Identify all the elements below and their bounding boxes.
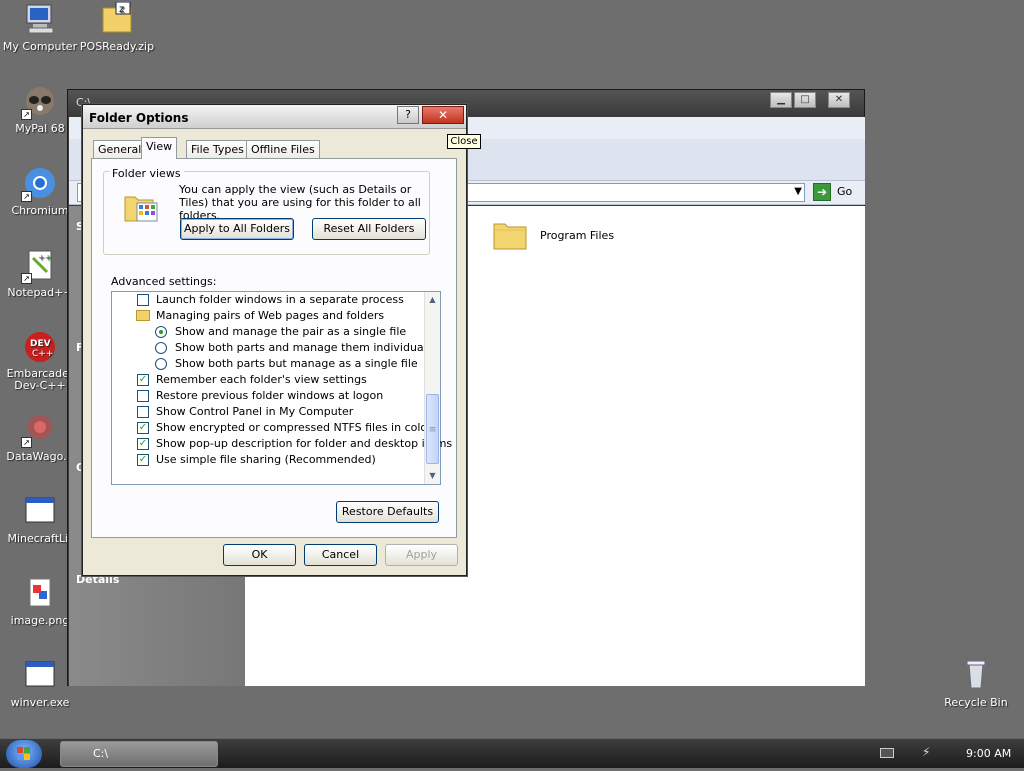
devcpp-icon: DEV C++ xyxy=(23,330,57,364)
application-window-icon xyxy=(23,658,57,692)
setting-label: Show pop-up description for folder and d… xyxy=(156,437,453,450)
advanced-settings-label: Advanced settings: xyxy=(111,275,217,288)
cancel-button[interactable]: Cancel xyxy=(304,544,377,566)
setting-label: Remember each folder's view settings xyxy=(156,373,367,386)
zip-folder-icon: z xyxy=(100,1,134,36)
radio-button[interactable] xyxy=(155,326,167,338)
computer-icon xyxy=(23,2,57,36)
desktop-icon-posready-zip[interactable]: z POSReady.zip xyxy=(78,1,156,53)
setting-label: Show and manage the pair as a single fil… xyxy=(175,325,407,338)
folder-views-description: You can apply the view (such as Details … xyxy=(179,183,421,222)
folder-options-dialog[interactable]: Folder Options ? ✕ General View File Typ… xyxy=(82,104,467,576)
vertical-scrollbar[interactable]: ▲ ≡ ▼ xyxy=(424,292,440,484)
ok-button[interactable]: OK xyxy=(223,544,296,566)
svg-text:DEV: DEV xyxy=(30,339,51,349)
scroll-down-icon[interactable]: ▼ xyxy=(425,468,440,483)
checkbox[interactable] xyxy=(137,294,149,306)
folder-name: Program Files xyxy=(540,229,615,242)
help-button[interactable]: ? xyxy=(397,106,419,124)
close-tooltip: Close xyxy=(447,134,481,149)
desktop-icon-label: POSReady.zip xyxy=(79,40,155,53)
checkbox[interactable]: ✓ xyxy=(137,422,149,434)
checkbox[interactable]: ✓ xyxy=(137,374,149,386)
restore-defaults-button[interactable]: Restore Defaults xyxy=(336,501,439,523)
taskbar-button-explorer[interactable]: C:\ xyxy=(60,741,218,767)
go-button[interactable]: ➔ Go xyxy=(813,183,861,202)
setting-label: Use simple file sharing (Recommended) xyxy=(156,453,376,466)
keyboard-icon[interactable] xyxy=(880,748,894,758)
image-file-icon xyxy=(23,576,57,610)
setting-label: Show both parts but manage as a single f… xyxy=(175,357,418,370)
shortcut-arrow-icon: ↗ xyxy=(21,273,32,284)
tab-view[interactable]: View xyxy=(141,137,178,159)
apply-to-all-folders-button[interactable]: Apply to All Folders xyxy=(180,218,294,240)
checkbox[interactable]: ✓ xyxy=(137,438,149,450)
taskbar: C:\ ⚡ 9:00 AM xyxy=(0,738,1024,768)
radio-button[interactable] xyxy=(155,358,167,370)
shortcut-arrow-icon: ↗ xyxy=(21,109,32,120)
tab-file-types[interactable]: File Types xyxy=(186,140,249,159)
checkbox[interactable]: ✓ xyxy=(137,454,149,466)
close-button[interactable]: ✕ xyxy=(422,106,464,124)
svg-text:z: z xyxy=(119,4,124,15)
scroll-up-icon[interactable]: ▲ xyxy=(425,292,440,307)
checkbox[interactable] xyxy=(137,390,149,402)
desktop-icon-label: My Computer xyxy=(2,40,78,53)
reset-all-folders-button[interactable]: Reset All Folders xyxy=(312,218,426,240)
start-button[interactable] xyxy=(6,740,42,768)
svg-text:C++: C++ xyxy=(32,349,53,359)
chevron-down-icon[interactable]: ▼ xyxy=(794,186,802,197)
setting-label: Show Control Panel in My Computer xyxy=(156,405,354,418)
scroll-thumb[interactable]: ≡ xyxy=(426,394,439,464)
advanced-settings-list[interactable]: Launch folder windows in a separate proc… xyxy=(111,291,452,485)
chromium-icon: ↗ xyxy=(21,166,57,202)
setting-label: Restore previous folder windows at logon xyxy=(156,389,384,402)
shortcut-arrow-icon: ↗ xyxy=(21,191,32,202)
application-window-icon xyxy=(23,494,57,528)
apply-button[interactable]: Apply xyxy=(385,544,458,566)
clock[interactable]: 9:00 AM xyxy=(966,747,1011,760)
recycle-bin-icon xyxy=(959,658,993,692)
tab-offline-files[interactable]: Offline Files xyxy=(246,140,320,159)
folder-icon xyxy=(136,310,150,321)
tab-general[interactable]: General xyxy=(93,140,147,159)
shortcut-arrow-icon: ↗ xyxy=(21,437,32,448)
maximize-button[interactable]: □ xyxy=(794,92,816,108)
setting-label: Show both parts and manage them individu… xyxy=(175,341,437,354)
folder-views-icon xyxy=(124,196,158,222)
checkbox[interactable] xyxy=(137,406,149,418)
radio-button[interactable] xyxy=(155,342,167,354)
desktop-icon-label: winver.exe xyxy=(10,696,70,709)
setting-label: Launch folder windows in a separate proc… xyxy=(156,293,404,306)
go-label: Go xyxy=(837,185,853,198)
folder-icon xyxy=(493,223,527,250)
notepadpp-icon: ++ ↗ xyxy=(21,248,57,284)
desktop-icon-label: Recycle Bin xyxy=(944,696,1008,709)
network-icon[interactable]: ⚡ xyxy=(922,745,930,759)
windows-logo-icon xyxy=(17,747,30,760)
dialog-title: Folder Options xyxy=(89,111,189,125)
folder-item[interactable]: Program Files xyxy=(492,216,652,256)
setting-label: Managing pairs of Web pages and folders xyxy=(156,309,385,322)
dialog-title-bar[interactable]: Folder Options ? ✕ xyxy=(83,105,466,129)
raccoon-icon: ↗ xyxy=(21,84,57,120)
desktop-icon-my-computer[interactable]: My Computer xyxy=(1,2,79,53)
datawago-icon: ↗ xyxy=(21,412,57,448)
close-button[interactable]: ✕ xyxy=(828,92,850,108)
desktop-icon-recycle-bin[interactable]: Recycle Bin xyxy=(937,658,1015,709)
setting-label: Show encrypted or compressed NTFS files … xyxy=(156,421,432,434)
minimize-button[interactable]: ▁ xyxy=(770,92,792,108)
folder-views-label: Folder views xyxy=(109,167,184,180)
go-arrow-icon: ➔ xyxy=(813,183,831,201)
svg-text:++: ++ xyxy=(38,253,51,262)
